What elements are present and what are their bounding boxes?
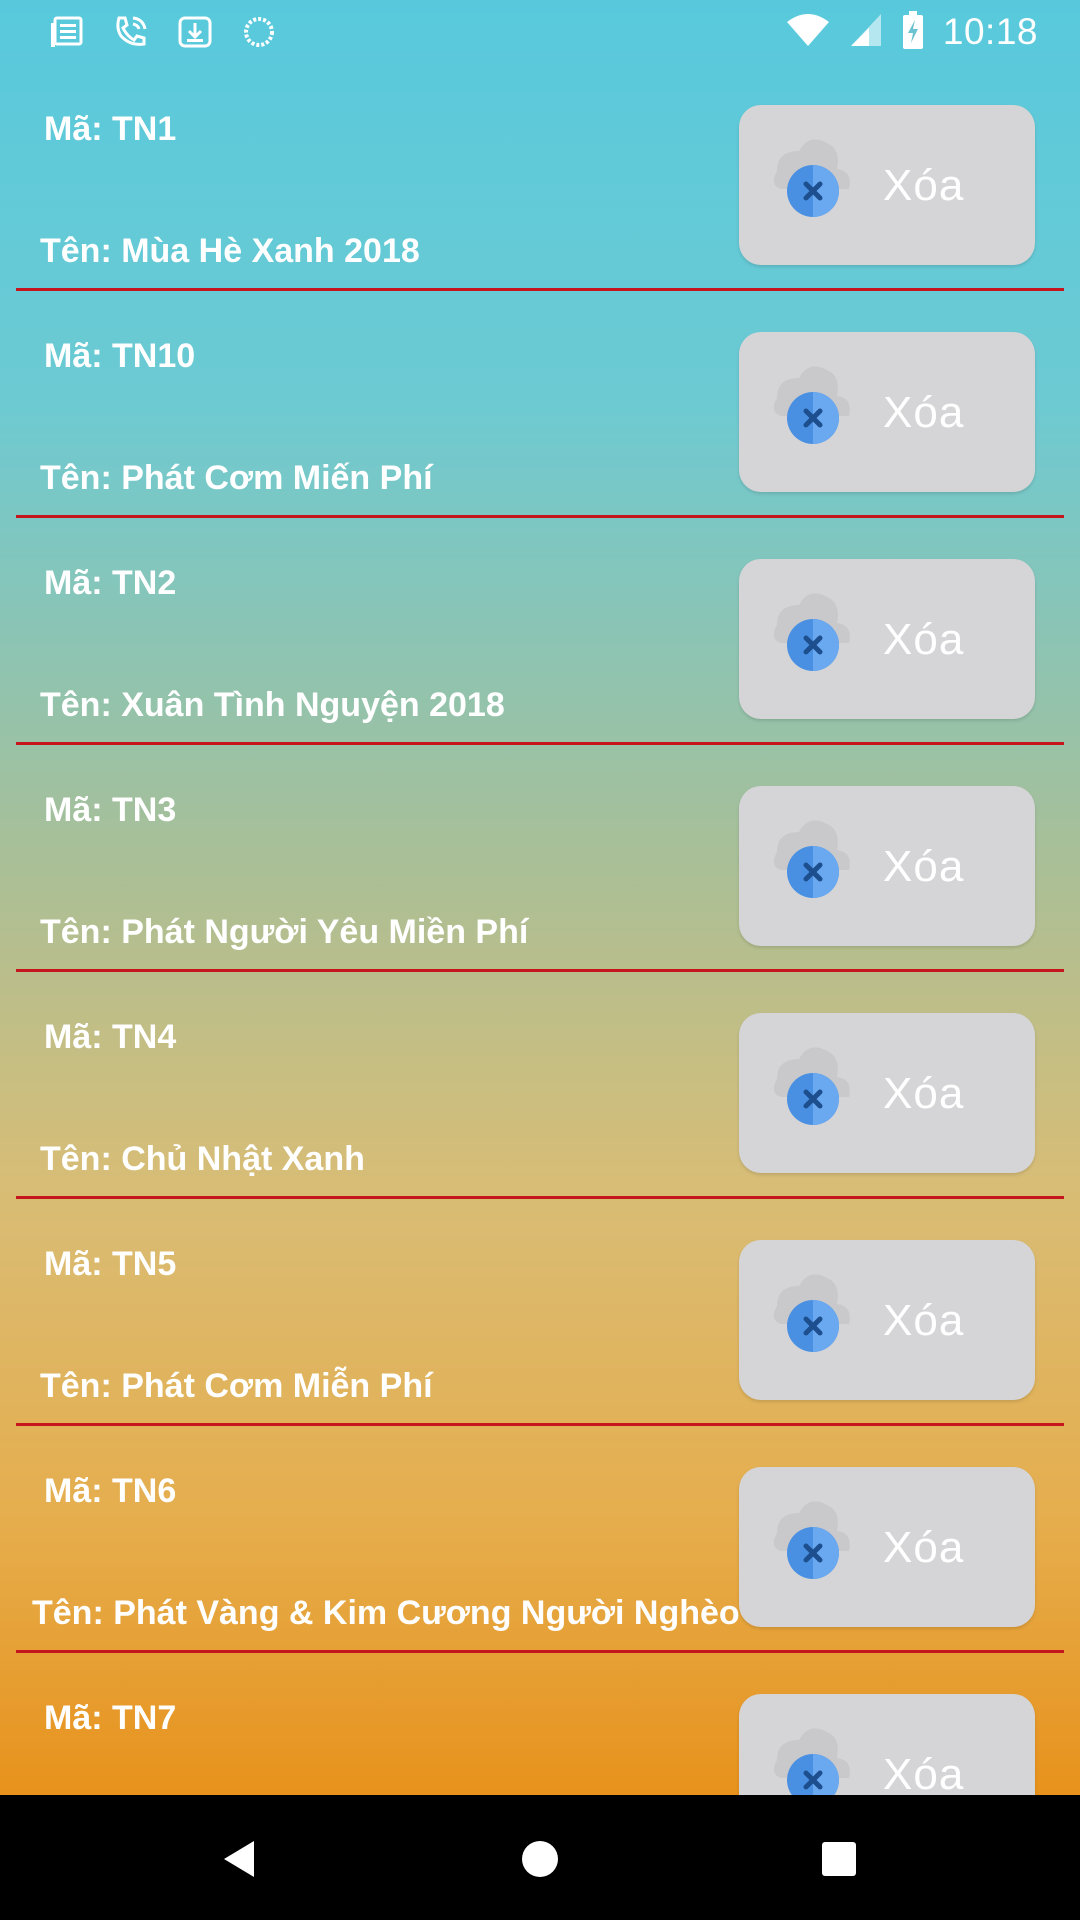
cloud-delete-icon (773, 139, 850, 217)
item-name: Tên: Phát Người Yêu Miền Phí (40, 913, 529, 951)
list-item[interactable]: Mã: TN10 Tên: Phát Cơm Miến Phí Xóa (0, 291, 1080, 518)
delete-label: Xóa (883, 1523, 965, 1572)
cloud-delete-icon (773, 1728, 850, 1795)
delete-label: Xóa (883, 1069, 965, 1118)
phone-wifi-icon (112, 13, 150, 51)
recents-icon[interactable] (817, 1837, 861, 1881)
delete-label: Xóa (883, 161, 965, 210)
wifi-icon (785, 12, 831, 53)
item-code: Mã: TN10 (44, 337, 196, 375)
delete-button[interactable]: Xóa (739, 1013, 1035, 1173)
list-item[interactable]: Mã: TN2 Tên: Xuân Tình Nguyện 2018 Xóa (0, 518, 1080, 745)
delete-label: Xóa (883, 1296, 965, 1345)
clock: 10:18 (942, 11, 1038, 52)
list-item[interactable]: Mã: TN3 Tên: Phát Người Yêu Miền Phí Xóa (0, 745, 1080, 972)
item-name: Tên: Phát Cơm Miễn Phí (40, 1367, 433, 1405)
signal-icon (849, 12, 883, 53)
item-code: Mã: TN3 (44, 791, 177, 829)
cloud-delete-icon (773, 1047, 850, 1125)
navigation-bar (0, 1795, 1080, 1920)
sync-icon (240, 13, 278, 51)
delete-label: Xóa (883, 388, 965, 437)
item-name: Tên: Phát Cơm Miến Phí (40, 459, 433, 497)
delete-button[interactable]: Xóa (739, 332, 1035, 492)
item-code: Mã: TN2 (44, 564, 177, 602)
status-bar: 10:18 (0, 0, 1080, 63)
list-item[interactable]: Mã: TN6 Tên: Phát Vàng & Kim Cương Người… (0, 1426, 1080, 1653)
item-name: Tên: Phát Vàng & Kim Cương Người Nghèo (32, 1594, 740, 1632)
delete-label: Xóa (883, 615, 965, 664)
item-name: Tên: Xuân Tình Nguyện 2018 (40, 686, 505, 724)
download-icon (176, 13, 214, 51)
back-icon[interactable] (218, 1837, 262, 1881)
item-name: Tên: Chủ Nhật Xanh (40, 1140, 365, 1178)
cloud-delete-icon (773, 820, 850, 898)
item-code: Mã: TN4 (44, 1018, 177, 1056)
list-item[interactable]: Mã: TN7 Xóa (0, 1653, 1080, 1795)
home-icon[interactable] (518, 1837, 562, 1881)
delete-button[interactable]: Xóa (739, 1694, 1035, 1795)
delete-button[interactable]: Xóa (739, 105, 1035, 265)
delete-button[interactable]: Xóa (739, 559, 1035, 719)
cloud-delete-icon (773, 366, 850, 444)
delete-button[interactable]: Xóa (739, 1240, 1035, 1400)
cloud-delete-icon (773, 593, 850, 671)
cloud-delete-icon (773, 1274, 850, 1352)
news-icon (48, 13, 86, 51)
list-item[interactable]: Mã: TN4 Tên: Chủ Nhật Xanh Xóa (0, 972, 1080, 1199)
item-code: Mã: TN5 (44, 1245, 177, 1283)
delete-button[interactable]: Xóa (739, 786, 1035, 946)
item-name: Tên: Mùa Hè Xanh 2018 (40, 232, 420, 270)
item-code: Mã: TN1 (44, 110, 177, 148)
battery-charging-icon (901, 10, 925, 55)
list-item[interactable]: Mã: TN5 Tên: Phát Cơm Miễn Phí Xóa (0, 1199, 1080, 1426)
screen: 10:18 Mã: TN1 Tên: Mùa Hè Xanh 2018 Xóa … (0, 0, 1080, 1795)
cloud-delete-icon (773, 1501, 850, 1579)
list-item[interactable]: Mã: TN1 Tên: Mùa Hè Xanh 2018 Xóa (0, 64, 1080, 291)
item-code: Mã: TN6 (44, 1472, 177, 1510)
activity-list: Mã: TN1 Tên: Mùa Hè Xanh 2018 Xóa Mã: TN… (0, 64, 1080, 1795)
delete-button[interactable]: Xóa (739, 1467, 1035, 1627)
item-code: Mã: TN7 (44, 1699, 177, 1737)
delete-label: Xóa (883, 842, 965, 891)
delete-label: Xóa (883, 1750, 965, 1795)
